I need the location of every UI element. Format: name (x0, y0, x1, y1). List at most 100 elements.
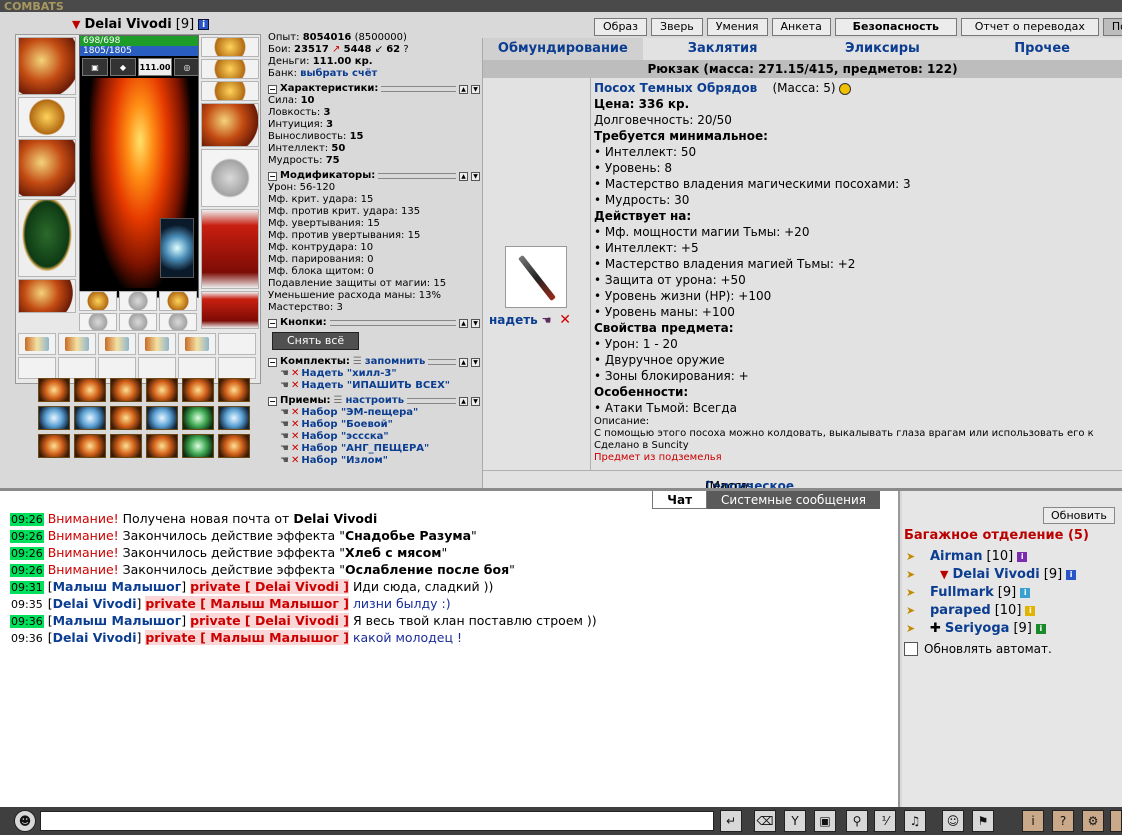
spell-icon[interactable] (218, 406, 250, 430)
user-name[interactable]: Seriyoga (945, 620, 1010, 638)
user-info-icon[interactable]: i (1035, 624, 1046, 634)
user-info-icon[interactable]: i (1017, 552, 1028, 562)
trick-set-link[interactable]: Набор "Боевой" (301, 419, 393, 430)
hand-icon[interactable]: ☚ (542, 314, 552, 327)
scroll-slot[interactable] (138, 333, 176, 355)
delete-icon[interactable]: ✕ (291, 407, 299, 418)
chat-sender[interactable]: Delai Vivodi (53, 630, 137, 645)
spell-icon[interactable] (182, 434, 214, 458)
legs-slot[interactable] (201, 209, 259, 289)
spell-icon[interactable] (110, 378, 142, 402)
set-link[interactable]: Надеть "ИПАШИТЬ ВСЕХ" (301, 380, 450, 391)
nav-security-button[interactable]: Безопасность (834, 18, 957, 36)
armor-slot[interactable] (18, 199, 76, 277)
scroll-slot[interactable] (98, 357, 136, 379)
arrow-up-icon[interactable]: ▲ (459, 357, 468, 367)
tricks-header[interactable]: − Приемы: ☰ настроить ▲ ▼ (268, 395, 480, 407)
chat-sender[interactable]: Delai Vivodi (53, 596, 137, 611)
spell-icon[interactable] (38, 406, 70, 430)
nav-pet-button[interactable]: Зверь (651, 18, 703, 36)
set-link[interactable]: Надеть "хилл-3" (301, 368, 396, 379)
trick-set-item[interactable]: ☚ ✕ Набор "Излом" (268, 455, 480, 467)
set-item[interactable]: ☚ ✕ Надеть "хилл-3" (268, 368, 480, 380)
scroll-slot[interactable] (138, 357, 176, 379)
ring-slot[interactable] (201, 81, 259, 101)
undress-all-button[interactable]: Снять всё (272, 332, 360, 350)
private-arrow-icon[interactable]: ➤ (906, 584, 926, 602)
save-icon[interactable]: ▣ (814, 810, 836, 832)
rune-slot[interactable] (159, 313, 197, 331)
trick-set-item[interactable]: ☚ ✕ Набор "ЭМ-пещера" (268, 407, 480, 419)
chat-time[interactable]: 09:36 (10, 615, 44, 628)
chat-time[interactable]: 09:31 (10, 581, 44, 594)
refresh-button[interactable]: Обновить (1043, 507, 1115, 524)
scroll-slot[interactable] (98, 333, 136, 355)
hand-icon[interactable]: ☚ (280, 419, 289, 430)
scroll-slot[interactable] (178, 333, 216, 355)
delete-icon[interactable]: ✕ (291, 431, 299, 442)
private-arrow-icon[interactable]: ➤ (906, 602, 926, 620)
nav-transfers-button[interactable]: Отчет о переводах (960, 18, 1099, 36)
nav-image-button[interactable]: Образ (594, 18, 648, 36)
arrow-up-icon[interactable]: ▲ (459, 84, 468, 94)
settings-icon[interactable]: ⚙ (1082, 810, 1104, 832)
collapse-icon[interactable]: − (268, 318, 277, 328)
collapse-icon[interactable]: − (268, 396, 277, 406)
nav-profile-button[interactable]: Анкета (771, 18, 831, 36)
item-image[interactable] (505, 246, 567, 308)
trick-set-link[interactable]: Набор "АНГ_ПЕЩЕРА" (301, 443, 429, 454)
chat-time[interactable]: 09:36 (10, 632, 44, 645)
tab-equipment[interactable]: Обмундирование (483, 38, 643, 60)
spell-icon[interactable] (110, 406, 142, 430)
arrow-down-icon[interactable]: ▼ (471, 396, 480, 406)
spell-icon[interactable] (110, 434, 142, 458)
smiley-face-icon[interactable]: ☻ (14, 810, 36, 832)
spell-icon[interactable] (146, 406, 178, 430)
tab-other[interactable]: Прочее (962, 38, 1122, 60)
ratio-icon[interactable]: ⅟ (874, 810, 896, 832)
scroll-slot[interactable] (178, 357, 216, 379)
trick-set-item[interactable]: ☚ ✕ Набор "АНГ_ПЕЩЕРА" (268, 443, 480, 455)
scroll-slot[interactable] (218, 333, 256, 355)
modifiers-header[interactable]: − Модификаторы: ▲ ▼ (268, 170, 480, 182)
hand-icon[interactable]: ☚ (280, 443, 289, 454)
user-row[interactable]: ➤ ✚ Seriyoga [9] i (906, 620, 1076, 638)
auto-refresh-toggle[interactable]: Обновлять автомат. (904, 642, 1052, 656)
nav-more-button[interactable]: Под (1102, 18, 1122, 36)
chat-time[interactable]: 09:26 (10, 547, 44, 560)
rune-slot[interactable] (79, 291, 117, 311)
amulet-slot[interactable] (201, 59, 259, 79)
helmet-slot[interactable] (18, 37, 76, 95)
exit-icon[interactable] (1110, 810, 1122, 832)
spell-icon[interactable] (218, 434, 250, 458)
private-arrow-icon[interactable]: ➤ (906, 566, 926, 584)
trick-set-item[interactable]: ☚ ✕ Набор "Боевой" (268, 419, 480, 431)
spell-icon[interactable] (38, 378, 70, 402)
walk-icon[interactable]: ⚲ (846, 810, 868, 832)
chat-private-tag[interactable]: private [ Delai Vivodi ] (190, 579, 349, 594)
user-row[interactable]: ➤ paraped [10] i (906, 602, 1076, 620)
user-info-icon[interactable]: i (1025, 606, 1036, 616)
sound-icon[interactable]: ♫ (904, 810, 926, 832)
spell-icon[interactable] (74, 406, 106, 430)
scroll-slot[interactable] (58, 333, 96, 355)
boots-slot[interactable] (201, 291, 259, 329)
user-name[interactable]: Fullmark (930, 584, 994, 602)
trick-set-item[interactable]: ☚ ✕ Набор "эссска" (268, 431, 480, 443)
arrow-down-icon[interactable]: ▼ (471, 84, 480, 94)
arrow-up-icon[interactable]: ▲ (459, 396, 468, 406)
buff-icon[interactable]: ▣ (82, 58, 108, 76)
arrow-down-icon[interactable]: ▼ (471, 357, 480, 367)
chat-sender[interactable]: Малыш Малышог (53, 613, 182, 628)
hand-icon[interactable]: ☚ (280, 455, 289, 466)
set-item[interactable]: ☚ ✕ Надеть "ИПАШИТЬ ВСЕХ" (268, 380, 480, 392)
chat-private-tag[interactable]: private [ Малыш Малышог ] (145, 630, 349, 645)
buttons-header[interactable]: − Кнопки: ▲ ▼ (268, 317, 480, 329)
user-name[interactable]: paraped (930, 602, 991, 620)
delete-icon[interactable]: ✕ (291, 380, 299, 391)
hand-icon[interactable]: ☚ (280, 368, 289, 379)
rune-slot[interactable] (159, 291, 197, 311)
tab-spells[interactable]: Заклятия (643, 38, 803, 60)
hand-icon[interactable]: ☚ (280, 407, 289, 418)
delete-icon[interactable]: ✕ (291, 455, 299, 466)
